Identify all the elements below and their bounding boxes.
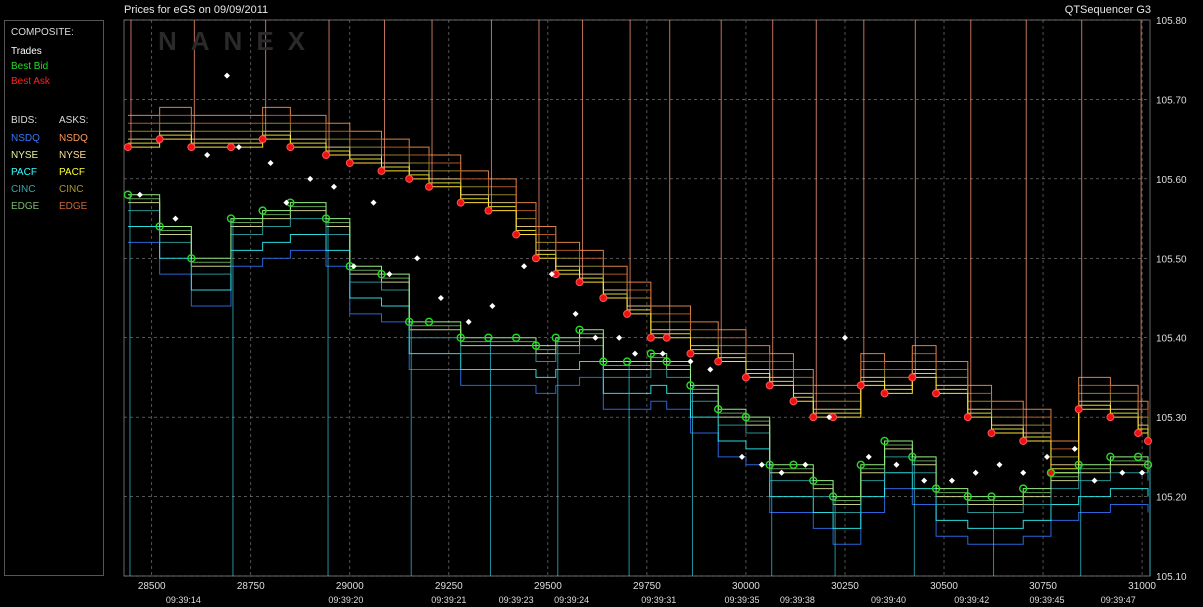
legend-bid-cinc: CINC (11, 184, 36, 195)
time-label: 09:39:20 (328, 595, 363, 605)
time-label: 09:39:40 (871, 595, 906, 605)
best-ask-point (963, 413, 972, 422)
legend-ask-cinc: CINC (59, 184, 84, 195)
best-ask-point (531, 254, 540, 263)
best-ask-point (377, 166, 386, 175)
legend-trades: Trades (11, 46, 42, 57)
time-label: 09:39:14 (166, 595, 201, 605)
best-ask-point (1106, 413, 1115, 422)
time-label: 09:39:47 (1101, 595, 1136, 605)
best-ask-point (575, 278, 584, 287)
best-ask-point (1144, 436, 1153, 445)
best-ask-point (599, 294, 608, 302)
y-tick-label: 105.10 (1156, 572, 1187, 583)
best-ask-point (765, 381, 774, 390)
best-ask-point (155, 135, 164, 144)
best-ask-point (1074, 405, 1083, 414)
best-ask-point (226, 143, 235, 152)
price-chart: 105.10 105.20 105.30 105.40 105.50 105.60 105.… (123, 16, 1187, 605)
app-name: QTSequencer G3 (1064, 4, 1151, 16)
best-ask-point (258, 135, 267, 144)
y-tick-label: 105.80 (1156, 16, 1187, 27)
best-ask-point (187, 143, 196, 152)
legend-bid-edge: EDGE (11, 201, 40, 212)
time-label: 09:39:42 (954, 595, 989, 605)
x-tick-label: 29250 (435, 581, 463, 592)
y-tick-label: 105.60 (1156, 175, 1187, 186)
time-label: 09:39:38 (780, 595, 815, 605)
best-ask-point (741, 373, 750, 382)
legend-bid-nyse: NYSE (11, 150, 39, 161)
best-ask-point (322, 151, 331, 160)
best-ask-point (908, 373, 917, 382)
best-ask-point (662, 333, 671, 342)
x-tick-label: 28750 (237, 581, 265, 592)
x-tick-label: 29750 (633, 581, 661, 592)
best-ask-point (932, 389, 941, 398)
y-tick-label: 105.40 (1156, 334, 1187, 345)
x-tick-label: 29500 (534, 581, 562, 592)
bids-heading: BIDS: (11, 115, 38, 126)
chart-title: Prices for eGS on 09/09/2011 (124, 4, 269, 16)
best-ask-point (686, 349, 695, 358)
x-tick-label: 30750 (1029, 581, 1057, 592)
composite-heading: COMPOSITE: (11, 27, 74, 38)
best-ask-point (1019, 436, 1028, 445)
y-tick-label: 105.20 (1156, 493, 1187, 504)
x-tick-label: 30250 (831, 581, 859, 592)
time-label: 09:39:35 (724, 595, 759, 605)
y-tick-label: 105.50 (1156, 254, 1187, 265)
best-ask-point (425, 182, 434, 191)
best-ask-point (286, 143, 295, 152)
legend-bid-pacf: PACF (11, 167, 37, 178)
x-tick-label: 28500 (138, 581, 166, 592)
legend-panel: COMPOSITE: Trades Best Bid Best Ask BIDS… (4, 20, 104, 576)
best-ask-point (123, 143, 132, 152)
x-tick-label: 30000 (732, 581, 760, 592)
best-ask-point (809, 413, 818, 422)
best-ask-point (484, 206, 493, 215)
best-ask-point (345, 158, 354, 167)
best-ask-point (646, 333, 655, 342)
legend-ask-edge: EDGE (59, 201, 88, 212)
legend-best-ask: Best Ask (11, 76, 50, 87)
best-ask-point (1134, 429, 1143, 438)
best-ask-point (405, 174, 414, 183)
legend-ask-nsdq: NSDQ (59, 133, 88, 144)
best-ask-point (456, 198, 465, 207)
best-ask-point (512, 230, 521, 239)
time-label: 09:39:31 (641, 595, 676, 605)
x-tick-label: 29000 (336, 581, 364, 592)
best-ask-point (880, 389, 889, 398)
legend-ask-nyse: NYSE (59, 150, 87, 161)
best-ask-point (987, 429, 996, 438)
best-ask-point (623, 309, 632, 318)
y-tick-label: 105.70 (1156, 95, 1187, 106)
legend-ask-pacf: PACF (59, 167, 85, 178)
best-ask-point (789, 397, 798, 406)
legend-best-bid: Best Bid (11, 61, 49, 72)
time-label: 09:39:21 (431, 595, 466, 605)
x-tick-label: 30500 (930, 581, 958, 592)
time-label: 09:39:23 (499, 595, 534, 605)
y-tick-label: 105.30 (1156, 413, 1187, 424)
best-ask-point (714, 357, 723, 366)
asks-heading: ASKS: (59, 115, 89, 126)
time-label: 09:39:24 (554, 595, 589, 605)
nanex-watermark: NANEX (158, 26, 320, 56)
best-ask-point (856, 381, 865, 390)
x-tick-label: 31000 (1128, 581, 1156, 592)
time-label: 09:39:45 (1029, 595, 1064, 605)
legend-bid-nsdq: NSDQ (11, 133, 40, 144)
